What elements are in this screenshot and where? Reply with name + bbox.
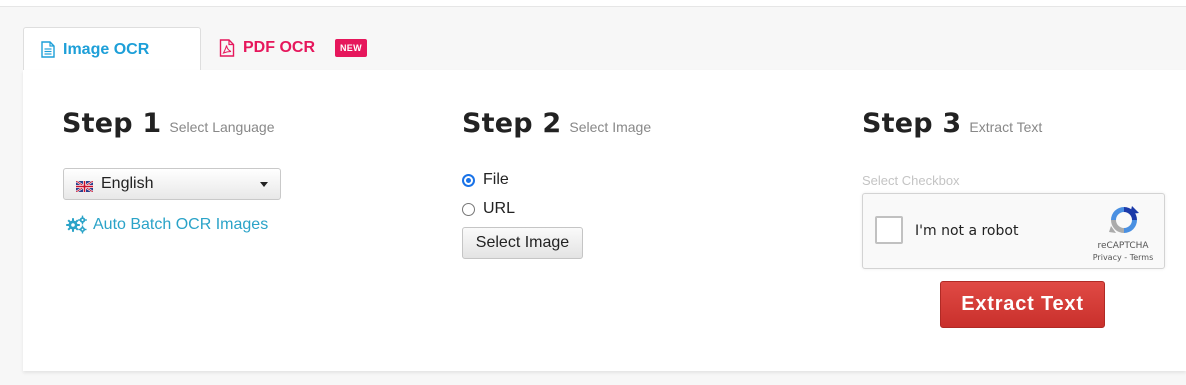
step1-title: Step 1 [62,108,162,139]
top-strip [0,0,1186,7]
radio-url[interactable]: URL [462,200,515,218]
pdf-file-icon [219,39,235,57]
document-icon [41,41,55,58]
recaptcha-widget: I'm not a robot reCAPTCHA Privacy - Term… [862,193,1165,269]
ocr-panel: Step 1 Select Language English Auto Batc… [23,70,1186,371]
radio-file[interactable]: File [462,171,509,189]
tab-pdf-ocr[interactable]: PDF OCR NEW [219,27,367,69]
new-badge: NEW [335,39,367,57]
step1-subtitle: Select Language [169,119,275,135]
step3-header: Step 3 Extract Text [862,108,1042,139]
tab-image-ocr-label: Image OCR [63,40,150,58]
uk-flag-icon [75,179,94,193]
step2-title: Step 2 [462,108,562,139]
auto-batch-link[interactable]: Auto Batch OCR Images [66,215,268,234]
tab-pdf-ocr-label: PDF OCR [243,39,315,56]
recaptcha-checkbox[interactable] [875,216,903,244]
recaptcha-brand: reCAPTCHA [1097,241,1149,251]
caret-down-icon [260,182,268,187]
gears-icon [66,215,88,234]
select-image-button[interactable]: Select Image [462,227,583,259]
extract-text-button[interactable]: Extract Text [940,281,1105,328]
recaptcha-privacy-terms[interactable]: Privacy - Terms [1083,253,1163,262]
radio-file-button[interactable] [462,173,475,187]
tab-image-ocr[interactable]: Image OCR [23,27,201,71]
recaptcha-logo-icon [1108,204,1140,241]
radio-url-label: URL [483,200,516,217]
step3-subtitle: Extract Text [969,119,1043,135]
language-value: English [101,175,154,192]
step2-header: Step 2 Select Image [462,108,651,139]
tab-bar: Image OCR PDF OCR NEW [23,27,1186,71]
step2-subtitle: Select Image [569,119,652,135]
radio-file-label: File [483,171,509,188]
select-checkbox-label: Select Checkbox [862,173,960,188]
radio-url-button[interactable] [462,202,475,216]
auto-batch-label: Auto Batch OCR Images [93,215,269,233]
step3-title: Step 3 [862,108,962,139]
language-select[interactable]: English [63,168,281,200]
recaptcha-label: I'm not a robot [915,223,1019,239]
step1-header: Step 1 Select Language [62,108,274,139]
